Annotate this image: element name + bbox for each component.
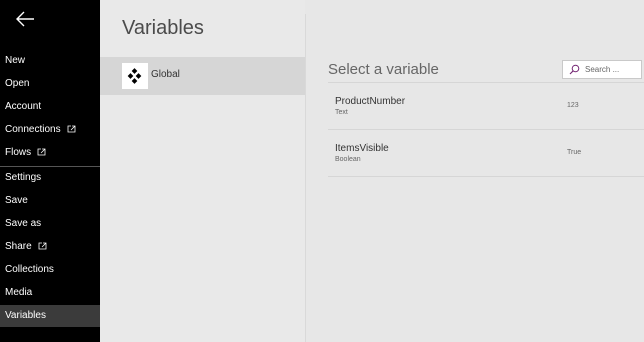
arrow-left-icon (16, 11, 34, 27)
open-in-new-icon (67, 125, 75, 133)
nav-item-label: Save as (5, 218, 42, 229)
search-input[interactable] (585, 61, 639, 78)
page-title: Variables (122, 17, 204, 39)
back-button[interactable] (14, 9, 36, 29)
nav-item-label: Variables (5, 310, 46, 321)
variable-type: Boolean (335, 156, 361, 163)
nav-item-new[interactable]: New (0, 50, 100, 72)
nav-item-share[interactable]: Share (0, 236, 100, 258)
nav-item-save[interactable]: Save (0, 190, 100, 212)
row-divider (328, 176, 644, 177)
nav-item-settings[interactable]: Settings (0, 167, 100, 189)
nav-item-connections[interactable]: Connections (0, 119, 100, 141)
search-box[interactable] (562, 60, 642, 79)
nav-item-label: Flows (5, 147, 32, 158)
nav-item-label: Open (5, 78, 30, 89)
variable-row-itemsvisible[interactable]: ItemsVisible Boolean True (328, 130, 644, 176)
nav-item-label: Share (5, 241, 32, 252)
nav-item-account[interactable]: Account (0, 96, 100, 118)
scope-label: Global (151, 69, 180, 80)
open-in-new-icon (37, 148, 46, 156)
nav-item-label: Connections (5, 124, 61, 135)
nav-item-collections[interactable]: Collections (0, 259, 100, 281)
global-scope-icon (122, 63, 148, 89)
nav-item-open[interactable]: Open (0, 73, 100, 95)
nav-item-label: Save (5, 195, 28, 206)
variable-name: ItemsVisible (335, 143, 389, 154)
left-navigation: New Open Account Connections Flows Setti… (0, 0, 100, 342)
variable-row-productnumber[interactable]: ProductNumber Text 123 (328, 83, 644, 129)
scope-item-global[interactable]: Global (100, 57, 305, 95)
nav-item-label: Collections (5, 264, 54, 275)
nav-item-label: Settings (5, 172, 42, 183)
nav-item-save-as[interactable]: Save as (0, 213, 100, 235)
search-icon (569, 64, 580, 75)
nav-item-label: Media (5, 287, 33, 298)
variable-value: True (567, 149, 582, 156)
nav-item-flows[interactable]: Flows (0, 142, 100, 164)
nav-item-variables[interactable]: Variables (0, 305, 100, 327)
variable-value: 123 (567, 102, 579, 109)
variables-panel: Select a variable ProductNumber Text 123… (306, 0, 644, 342)
scope-panel: Variables Global (100, 0, 305, 342)
open-in-new-icon (38, 242, 47, 250)
variable-name: ProductNumber (335, 96, 406, 107)
variable-type: Text (335, 109, 348, 116)
nav-item-label: Account (5, 101, 42, 112)
nav-item-label: New (5, 55, 26, 66)
variables-heading: Select a variable (328, 61, 439, 78)
nav-item-media[interactable]: Media (0, 282, 100, 304)
